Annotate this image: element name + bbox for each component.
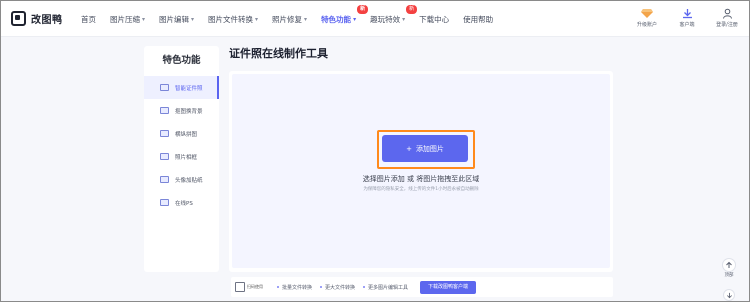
client-label: 客户端 — [679, 22, 695, 28]
nav-item-fun-effects[interactable]: 趣玩特效 ▾ 新 — [370, 4, 418, 25]
user-icon — [721, 7, 733, 19]
nav-label: 照片修复 — [272, 14, 303, 24]
login-register-button[interactable]: 登录/注册 — [713, 7, 741, 28]
footer-link-label: 更大文件转换 — [325, 284, 356, 291]
drop-zone[interactable]: + 添加图片 选择图片添加 或 将图片拖拽至此区域 为保障您的隐私安全，线上传的… — [232, 74, 610, 268]
nav-item-image-edit[interactable]: 图片编辑 ▾ — [159, 14, 194, 25]
nav-item-file-convert[interactable]: 图片文件转换 ▾ — [208, 14, 258, 25]
brand-logo[interactable]: 改图鸭 — [11, 11, 63, 26]
login-label: 登录/注册 — [716, 22, 738, 28]
main-nav: 首页 图片压缩 ▾ 图片编辑 ▾ 图片文件转换 ▾ 照片修复 ▾ 特色功能 ▾ 新 趣玩特效… — [81, 1, 507, 37]
qr-code-entry[interactable]: 扫码使用 — [235, 282, 263, 292]
privacy-hint: 为保障您的隐私安全，线上传的文件1小时后永被自动删除 — [363, 187, 479, 192]
logo-icon — [11, 11, 26, 26]
chevron-down-icon: ▾ — [255, 15, 259, 23]
bullet-icon — [363, 286, 366, 288]
sidebar-item-online-ps[interactable]: 在线PS — [144, 191, 219, 214]
scroll-down-button[interactable] — [723, 289, 735, 301]
footer-link-label: 更多图片编辑工具 — [368, 284, 409, 291]
footer-tools-bar: 扫码使用 批量文件转换 更大文件转换 更多图片编辑工具 下载改图鸭客户端 — [231, 277, 613, 297]
collage-icon — [160, 130, 169, 137]
nav-item-photo-repair[interactable]: 照片修复 ▾ — [272, 14, 307, 25]
chevron-down-icon: ▾ — [142, 15, 146, 23]
footer-links: 批量文件转换 更大文件转换 更多图片编辑工具 — [277, 284, 408, 291]
header-actions: 升级账户 客户端 登录/注册 — [633, 7, 741, 28]
add-image-button[interactable]: + 添加图片 — [382, 135, 468, 162]
sticker-icon — [160, 176, 169, 183]
frame-icon — [160, 153, 169, 160]
sidebar-item-photo-frame[interactable]: 照片相框 — [144, 145, 219, 168]
nav-label: 图片文件转换 — [208, 14, 254, 24]
chevron-down-icon: ▾ — [304, 15, 308, 23]
nav-label: 特色功能 — [321, 14, 352, 24]
bullet-icon — [277, 286, 279, 288]
brand-name: 改图鸭 — [31, 15, 63, 26]
arrow-down-icon — [726, 292, 732, 298]
upgrade-account-button[interactable]: 升级账户 — [633, 7, 661, 28]
plus-icon: + — [406, 144, 412, 153]
footer-link-more-tools[interactable]: 更多图片编辑工具 — [363, 284, 408, 291]
footer-link-large-file[interactable]: 更大文件转换 — [320, 284, 355, 291]
sidebar-item-label: 在线PS — [175, 200, 193, 207]
sidebar-item-label: 照片相框 — [175, 154, 198, 161]
upgrade-label: 升级账户 — [636, 22, 657, 28]
nav-label: 图片编辑 — [159, 14, 190, 24]
footer-link-label: 批量文件转换 — [282, 284, 313, 291]
diamond-icon — [641, 7, 653, 19]
nav-label: 首页 — [81, 14, 96, 24]
sidebar-item-label: 头像加贴纸 — [175, 177, 203, 184]
sidebar-item-avatar-sticker[interactable]: 头像加贴纸 — [144, 168, 219, 191]
nav-item-download-center[interactable]: 下载中心 — [419, 14, 449, 25]
sidebar-item-label: 抠图换背景 — [175, 108, 203, 115]
arrow-up-icon — [722, 258, 736, 272]
upload-hint: 选择图片添加 或 将图片拖拽至此区域 — [362, 175, 480, 183]
footer-link-batch-convert[interactable]: 批量文件转换 — [277, 284, 312, 291]
upload-card: + 添加图片 选择图片添加 或 将图片拖拽至此区域 为保障您的隐私安全，线上传的… — [229, 71, 613, 272]
sidebar-item-label: 横纵拼图 — [175, 131, 198, 138]
nav-item-special-features[interactable]: 特色功能 ▾ 新 — [321, 4, 369, 25]
nav-item-image-compress[interactable]: 图片压缩 ▾ — [110, 14, 145, 25]
back-to-top-label: 顶部 — [724, 273, 734, 278]
feature-sidebar: 特色功能 智能证件照 抠图换背景 横纵拼图 照片相框 头像加贴纸 在线PS — [144, 46, 219, 272]
nav-label: 下载中心 — [419, 14, 450, 24]
nav-item-help[interactable]: 使用帮助 — [463, 14, 493, 25]
chevron-down-icon: ▾ — [353, 15, 357, 23]
client-download-button[interactable]: 客户端 — [673, 7, 701, 28]
new-badge: 新 — [406, 4, 418, 14]
cutout-icon — [160, 107, 169, 114]
sidebar-item-collage[interactable]: 横纵拼图 — [144, 122, 219, 145]
sidebar-item-cutout[interactable]: 抠图换背景 — [144, 99, 219, 122]
sidebar-title: 特色功能 — [162, 55, 201, 66]
ps-icon — [160, 199, 169, 206]
nav-label: 图片压缩 — [110, 14, 140, 24]
back-to-top-button[interactable]: 顶部 — [720, 258, 738, 278]
qr-label: 扫码使用 — [247, 284, 263, 289]
qr-code-icon — [235, 282, 245, 292]
nav-item-home[interactable]: 首页 — [81, 14, 96, 25]
app-window: 改图鸭 首页 图片压缩 ▾ 图片编辑 ▾ 图片文件转换 ▾ 照片修复 ▾ 特色功能 ▾ 新 … — [0, 0, 750, 302]
download-icon — [681, 7, 693, 19]
chevron-down-icon: ▾ — [191, 15, 195, 23]
nav-label: 趣玩特效 — [370, 14, 401, 24]
new-badge: 新 — [357, 4, 369, 14]
page-title: 证件照在线制作工具 — [229, 47, 328, 60]
chevron-down-icon: ▾ — [402, 15, 406, 23]
download-client-button[interactable]: 下载改图鸭客户端 — [420, 280, 477, 294]
add-image-label: 添加图片 — [415, 144, 444, 153]
id-photo-icon — [160, 84, 169, 91]
top-navigation-bar: 改图鸭 首页 图片压缩 ▾ 图片编辑 ▾ 图片文件转换 ▾ 照片修复 ▾ 特色功能 ▾ 新 … — [1, 1, 749, 37]
sidebar-item-label: 智能证件照 — [175, 85, 203, 92]
bullet-icon — [320, 286, 323, 288]
sidebar-item-id-photo[interactable]: 智能证件照 — [144, 76, 219, 99]
nav-label: 使用帮助 — [463, 14, 494, 24]
